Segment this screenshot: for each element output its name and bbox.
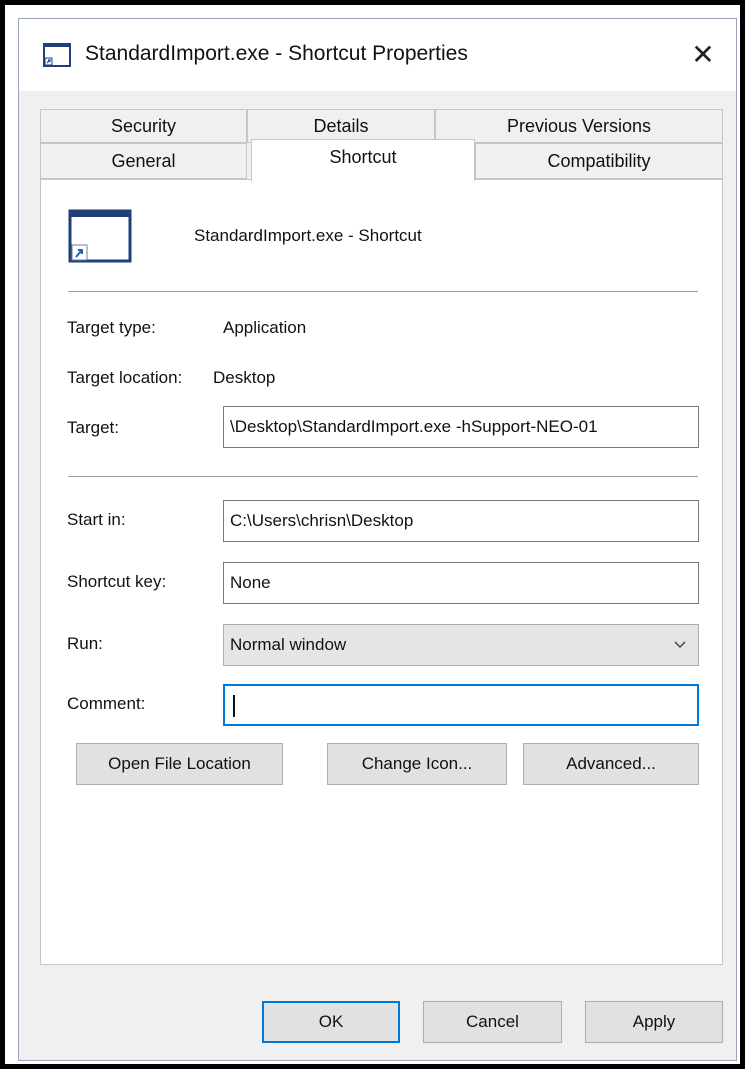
target-label: Target: xyxy=(67,418,119,437)
tab-compatibility[interactable]: Compatibility xyxy=(475,143,723,179)
run-selected-value: Normal window xyxy=(230,635,347,654)
tab-security[interactable]: Security xyxy=(40,109,247,143)
target-field[interactable]: \Desktop\StandardImport.exe -hSupport-NE… xyxy=(223,406,699,448)
shortcut-key-field[interactable]: None xyxy=(223,562,699,604)
target-location-label: Target location: xyxy=(67,368,183,387)
run-label: Run: xyxy=(67,634,103,653)
run-select[interactable]: Normal window xyxy=(223,624,699,666)
shortcut-key-label: Shortcut key: xyxy=(67,572,167,591)
cancel-button[interactable]: Cancel xyxy=(423,1001,562,1043)
close-button[interactable]: ✕ xyxy=(683,35,723,75)
advanced-button[interactable]: Advanced... xyxy=(523,743,699,785)
tab-label: Compatibility xyxy=(547,151,651,171)
tab-label: Previous Versions xyxy=(506,116,652,136)
tab-details[interactable]: Details xyxy=(247,109,435,143)
tab-label: Security xyxy=(110,116,177,136)
target-location-value: Desktop xyxy=(213,368,276,387)
tab-general[interactable]: General xyxy=(40,143,247,179)
comment-field[interactable] xyxy=(223,684,699,726)
change-icon-button[interactable]: Change Icon... xyxy=(327,743,507,785)
separator xyxy=(68,476,698,477)
tab-previous-versions[interactable]: Previous Versions xyxy=(435,109,723,143)
application-shortcut-icon xyxy=(68,209,132,263)
apply-button[interactable]: Apply xyxy=(585,1001,723,1043)
start-in-label: Start in: xyxy=(67,510,126,529)
ok-button[interactable]: OK xyxy=(262,1001,400,1043)
shortcut-tab-panel: StandardImport.exe - Shortcut Target typ… xyxy=(40,179,723,965)
start-in-field[interactable]: C:\Users\chrisn\Desktop xyxy=(223,500,699,542)
title-bar[interactable]: StandardImport.exe - Shortcut Properties… xyxy=(19,19,736,91)
shortcut-window-icon xyxy=(43,43,71,67)
tab-shortcut[interactable]: Shortcut xyxy=(251,139,475,181)
tab-label: General xyxy=(111,151,176,171)
shortcut-name: StandardImport.exe - Shortcut xyxy=(194,226,422,245)
target-type-label: Target type: xyxy=(67,318,156,337)
tab-label: Shortcut xyxy=(329,147,397,167)
comment-label: Comment: xyxy=(67,694,146,713)
separator xyxy=(68,291,698,292)
dialog-title: StandardImport.exe - Shortcut Properties xyxy=(85,42,468,65)
properties-dialog: StandardImport.exe - Shortcut Properties… xyxy=(18,18,737,1061)
chevron-down-icon xyxy=(674,641,686,649)
target-type-value: Application xyxy=(223,318,307,337)
screenshot-frame: StandardImport.exe - Shortcut Properties… xyxy=(0,0,745,1069)
open-file-location-button[interactable]: Open File Location xyxy=(76,743,283,785)
tab-label: Details xyxy=(313,116,369,136)
text-caret xyxy=(233,694,235,717)
